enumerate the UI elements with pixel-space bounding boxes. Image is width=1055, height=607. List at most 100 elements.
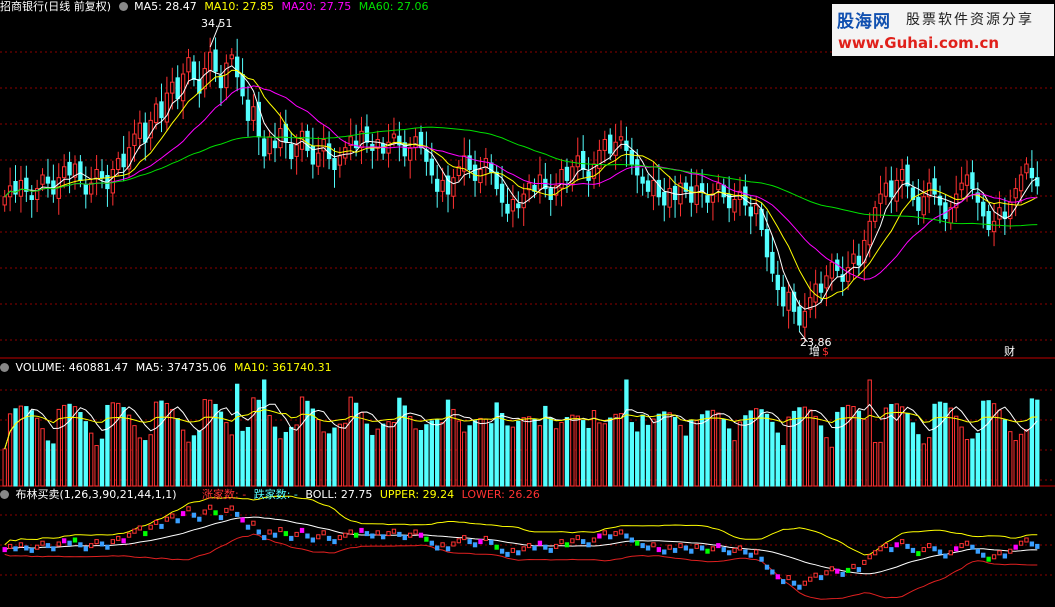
boll-signal	[364, 531, 370, 537]
volume-bar	[818, 425, 824, 487]
volume-bar	[51, 443, 56, 487]
boll-signal	[975, 548, 981, 554]
boll-signal	[121, 538, 126, 544]
boll-signal	[883, 543, 889, 549]
candle-body	[337, 155, 343, 166]
candle-body	[521, 193, 526, 209]
logo-name: 股海网	[837, 12, 891, 32]
ma5-label: MA5: 28.47	[134, 0, 197, 13]
boll-signal	[856, 567, 862, 573]
boll-signal	[759, 556, 764, 562]
volume-bar	[153, 401, 159, 487]
volume-settings-dot-icon[interactable]	[0, 363, 9, 372]
volume-bar	[629, 422, 635, 487]
stock-chart[interactable]	[0, 0, 1055, 607]
volume-bar	[872, 442, 878, 487]
volume-bar	[175, 418, 180, 487]
volume-bar	[835, 411, 840, 487]
boll-signal	[1008, 548, 1013, 554]
volume-bar	[743, 415, 748, 487]
candle-body	[472, 164, 478, 181]
volume-bar	[2, 448, 7, 487]
volume-bar	[975, 432, 981, 487]
boll-signal	[580, 539, 586, 545]
candle-body	[602, 138, 607, 151]
settings-dot-icon[interactable]	[118, 2, 128, 11]
candle-body	[229, 54, 234, 60]
boll-signal	[343, 532, 348, 538]
candle-body	[435, 178, 440, 192]
candle-body	[278, 128, 283, 149]
boll-signal	[56, 541, 61, 547]
boll-signal	[840, 571, 845, 577]
volume-bar	[364, 423, 370, 487]
volume-bar	[764, 413, 770, 487]
candle-body	[153, 103, 159, 124]
volume-bar	[391, 421, 397, 487]
boll-signal	[407, 532, 413, 538]
boll-signal	[424, 536, 429, 542]
ma60-line	[4, 126, 1038, 227]
boll-signal	[499, 548, 505, 554]
boll-signal	[910, 547, 916, 553]
volume-bar	[883, 407, 889, 487]
candle-body	[391, 133, 397, 139]
volume-bar	[856, 410, 862, 487]
marker-dividend[interactable]: $	[822, 345, 829, 358]
boll-signal	[878, 546, 883, 552]
volume-bar	[521, 417, 526, 487]
boll-signal	[575, 535, 580, 541]
volume-bar	[94, 445, 99, 487]
volume-bar	[218, 411, 224, 487]
boll-signal	[829, 566, 835, 572]
candle-body	[689, 186, 694, 203]
boll-signal	[99, 541, 105, 547]
candle-body	[170, 81, 175, 94]
candle-body	[548, 188, 553, 201]
boll-signal	[472, 542, 478, 548]
volume-ma10-label: MA10: 361740.31	[233, 361, 332, 374]
boll-signal	[981, 552, 986, 558]
volume-bar	[310, 408, 316, 487]
volume-bar	[29, 410, 34, 487]
boll-signal	[1018, 540, 1024, 546]
candle-body	[851, 253, 856, 264]
volume-bar	[429, 420, 434, 487]
candle-body	[818, 283, 824, 293]
boll-signal	[305, 533, 310, 539]
boll-signal	[889, 547, 894, 553]
boll-signal	[489, 539, 494, 545]
boll-signal	[786, 575, 791, 581]
marker-increase[interactable]: 增	[809, 345, 820, 358]
candle-body	[981, 201, 986, 217]
volume-bar	[862, 418, 867, 487]
boll-signal	[218, 515, 224, 521]
boll-title: 布林买卖(1,26,3,90,21,44,1,1)	[15, 488, 177, 501]
boll-signal	[45, 543, 51, 549]
volume-bar	[159, 400, 164, 487]
volume-bar	[575, 415, 580, 487]
volume-bar	[505, 425, 510, 487]
volume-bar	[424, 424, 429, 487]
volume-bar	[445, 399, 451, 487]
volume-bar	[78, 412, 83, 487]
boll-signal	[240, 517, 245, 523]
boll-settings-dot-icon[interactable]	[0, 490, 9, 499]
boll-signal	[791, 580, 797, 586]
boll-signal	[954, 546, 959, 552]
candle-body	[916, 196, 921, 211]
boll-signal	[532, 545, 537, 551]
volume-bar	[840, 407, 845, 487]
boll-signal	[251, 520, 256, 526]
boll-signal	[380, 534, 386, 540]
volume-bar	[407, 416, 413, 487]
marker-finance[interactable]: 财	[1004, 345, 1015, 358]
volume-bar	[964, 439, 970, 487]
boll-signal	[2, 547, 7, 553]
boll-signal	[678, 543, 683, 549]
candle-body	[121, 153, 126, 168]
volume-bar	[954, 415, 959, 487]
candle-body	[586, 171, 591, 181]
candle-body	[29, 195, 34, 201]
boll-signal	[824, 570, 829, 576]
